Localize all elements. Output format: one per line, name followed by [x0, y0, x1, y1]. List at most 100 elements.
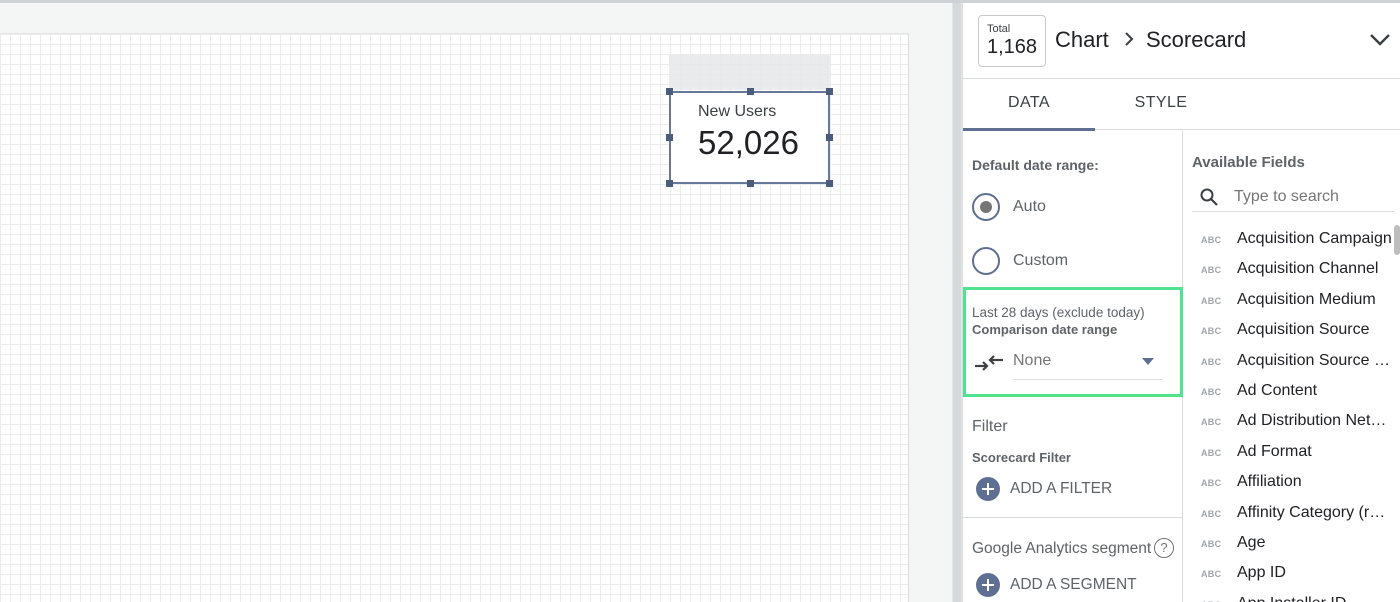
- chart-thumbnail[interactable]: Total 1,168: [978, 15, 1046, 67]
- breadcrumb-chart: Chart: [1055, 27, 1109, 52]
- data-settings-column: Default date range: Auto Custom Last 28 …: [963, 130, 1183, 602]
- text-type-icon: ABC: [1201, 417, 1222, 428]
- report-editor: New Users 52,026 Total 1,168 Chart Score…: [0, 0, 1400, 602]
- radio-auto[interactable]: Auto: [972, 193, 1172, 223]
- field-list-item[interactable]: ABC Ad Content: [1184, 377, 1394, 407]
- panel-tabs: DATA STYLE: [963, 79, 1400, 131]
- field-name: Age: [1237, 533, 1266, 551]
- field-name: Acquisition Medium: [1237, 290, 1376, 308]
- scorecard-value: 52,026: [698, 124, 799, 161]
- help-icon[interactable]: ?: [1154, 538, 1174, 558]
- resize-handle-middle-left[interactable]: [666, 134, 673, 141]
- chevron-down-icon[interactable]: [1369, 33, 1391, 47]
- comparison-date-range-title: Comparison date range: [972, 322, 1118, 337]
- text-type-icon: ABC: [1201, 265, 1222, 276]
- resize-handle-top-left[interactable]: [666, 88, 673, 95]
- text-type-icon: ABC: [1201, 386, 1222, 397]
- resize-handle-middle-right[interactable]: [826, 134, 833, 141]
- radio-custom-label: Custom: [1013, 252, 1069, 269]
- add-filter-button[interactable]: ADD A FILTER: [976, 477, 1176, 503]
- scorecard-filter-title: Scorecard Filter: [972, 450, 1071, 465]
- field-name: App Installer ID: [1237, 595, 1394, 602]
- resize-handle-bottom-center[interactable]: [747, 180, 754, 187]
- text-type-icon: ABC: [1201, 295, 1222, 306]
- text-type-icon: ABC: [1201, 538, 1222, 549]
- tab-data[interactable]: DATA: [963, 79, 1095, 131]
- text-type-icon: ABC: [1201, 478, 1222, 489]
- text-type-icon: ABC: [1201, 508, 1222, 519]
- field-list-item[interactable]: ABC Acquisition Source / ...: [1184, 347, 1394, 377]
- radio-dot: [980, 201, 992, 213]
- field-list-item[interactable]: ABC App ID: [1184, 559, 1394, 589]
- field-list-item[interactable]: ABCApp Installer ID: [1184, 590, 1394, 602]
- panel-splitter-bar[interactable]: [953, 3, 961, 602]
- field-list-item[interactable]: ABC Affiliation: [1184, 468, 1394, 498]
- date-range-summary: Last 28 days (exclude today): [972, 305, 1145, 320]
- radio-auto-label: Auto: [1013, 198, 1046, 215]
- thumbnail-label: Total: [987, 23, 1011, 35]
- segment-title: Google Analytics segment: [972, 540, 1152, 557]
- breadcrumb-chart-type[interactable]: Scorecard: [1146, 27, 1246, 53]
- tab-style-label: STYLE: [1134, 94, 1188, 111]
- resize-handle-top-right[interactable]: [826, 88, 833, 95]
- field-list-item[interactable]: ABC Acquisition Source: [1184, 316, 1394, 346]
- add-segment-label: ADD A SEGMENT: [1010, 576, 1137, 593]
- date-range-title: Default date range:: [972, 157, 1099, 173]
- panel-header: Total 1,168 Chart Scorecard: [963, 3, 1400, 79]
- field-list-item[interactable]: ABC Acquisition Campaign: [1184, 225, 1394, 255]
- resize-handle-bottom-left[interactable]: [666, 180, 673, 187]
- available-fields-title: Available Fields: [1192, 154, 1305, 171]
- add-circle-icon: [976, 477, 1000, 501]
- tab-style[interactable]: STYLE: [1095, 79, 1227, 130]
- field-name: Ad Content: [1237, 381, 1318, 399]
- field-name: Affinity Category (reac...: [1237, 503, 1394, 521]
- text-type-icon: ABC: [1201, 569, 1222, 580]
- properties-panel: Total 1,168 Chart Scorecard DATA STYLE D…: [962, 3, 1400, 602]
- radio-custom[interactable]: Custom: [972, 247, 1172, 277]
- resize-handle-top-center[interactable]: [747, 88, 754, 95]
- section-divider: [963, 517, 1183, 518]
- field-list-item[interactable]: ABC Ad Format: [1184, 438, 1394, 468]
- comparison-date-range-select[interactable]: None: [1013, 346, 1162, 380]
- field-list: ABC Acquisition Campaign ABC Acquisition Ch…: [1184, 225, 1394, 602]
- filter-title: Filter: [972, 418, 1008, 435]
- field-search: [1192, 182, 1394, 212]
- scorecard-chart[interactable]: New Users 52,026: [666, 88, 833, 187]
- field-name: Acquisition Source / ...: [1237, 351, 1394, 369]
- field-name: Ad Format: [1237, 442, 1312, 460]
- field-list-item[interactable]: ABC Affinity Category (reac...: [1184, 499, 1394, 529]
- search-icon: [1200, 188, 1218, 206]
- comparison-select-value: None: [1013, 352, 1052, 369]
- thumbnail-value: 1,168: [987, 36, 1038, 58]
- field-name: Ad Distribution Netwo...: [1237, 412, 1394, 430]
- field-name: Acquisition Campaign: [1237, 230, 1392, 247]
- dropdown-arrow-icon[interactable]: [1142, 358, 1154, 366]
- add-segment-button[interactable]: ADD A SEGMENT: [976, 573, 1176, 599]
- field-list-item[interactable]: ABC Acquisition Medium: [1184, 286, 1394, 316]
- field-list-item[interactable]: ABC Age: [1184, 529, 1394, 559]
- field-list-scrollbar[interactable]: [1394, 225, 1400, 255]
- field-list-item[interactable]: ABC Acquisition Channel: [1184, 255, 1394, 285]
- scorecard-label: New Users: [698, 103, 777, 120]
- add-filter-label: ADD A FILTER: [1010, 480, 1113, 497]
- available-fields-column: Available Fields ABC Acquisition Campaign…: [1184, 130, 1400, 602]
- text-type-icon: ABC: [1201, 326, 1222, 337]
- field-name: App ID: [1237, 564, 1286, 582]
- field-name: Acquisition Source: [1237, 321, 1370, 339]
- comparison-highlight-box: [963, 287, 1183, 397]
- field-name: Acquisition Channel: [1237, 260, 1379, 278]
- resize-handle-bottom-right[interactable]: [826, 180, 833, 187]
- field-list-item[interactable]: ABC Ad Distribution Netwo...: [1184, 407, 1394, 437]
- text-type-icon: ABC: [1201, 356, 1222, 367]
- text-type-icon: ABC: [1201, 235, 1222, 245]
- compare-arrows-icon: [975, 355, 1003, 371]
- chevron-right-icon: [1125, 32, 1134, 46]
- field-search-input[interactable]: [1234, 184, 1392, 210]
- radio-button[interactable]: [972, 247, 1000, 275]
- scorecard-header-strip: [669, 55, 830, 90]
- text-type-icon: ABC: [1201, 447, 1222, 458]
- field-name: Affiliation: [1237, 473, 1302, 491]
- tab-data-label: DATA: [1008, 94, 1050, 111]
- radio-button-selected[interactable]: [972, 193, 1000, 221]
- add-circle-icon: [976, 573, 1000, 597]
